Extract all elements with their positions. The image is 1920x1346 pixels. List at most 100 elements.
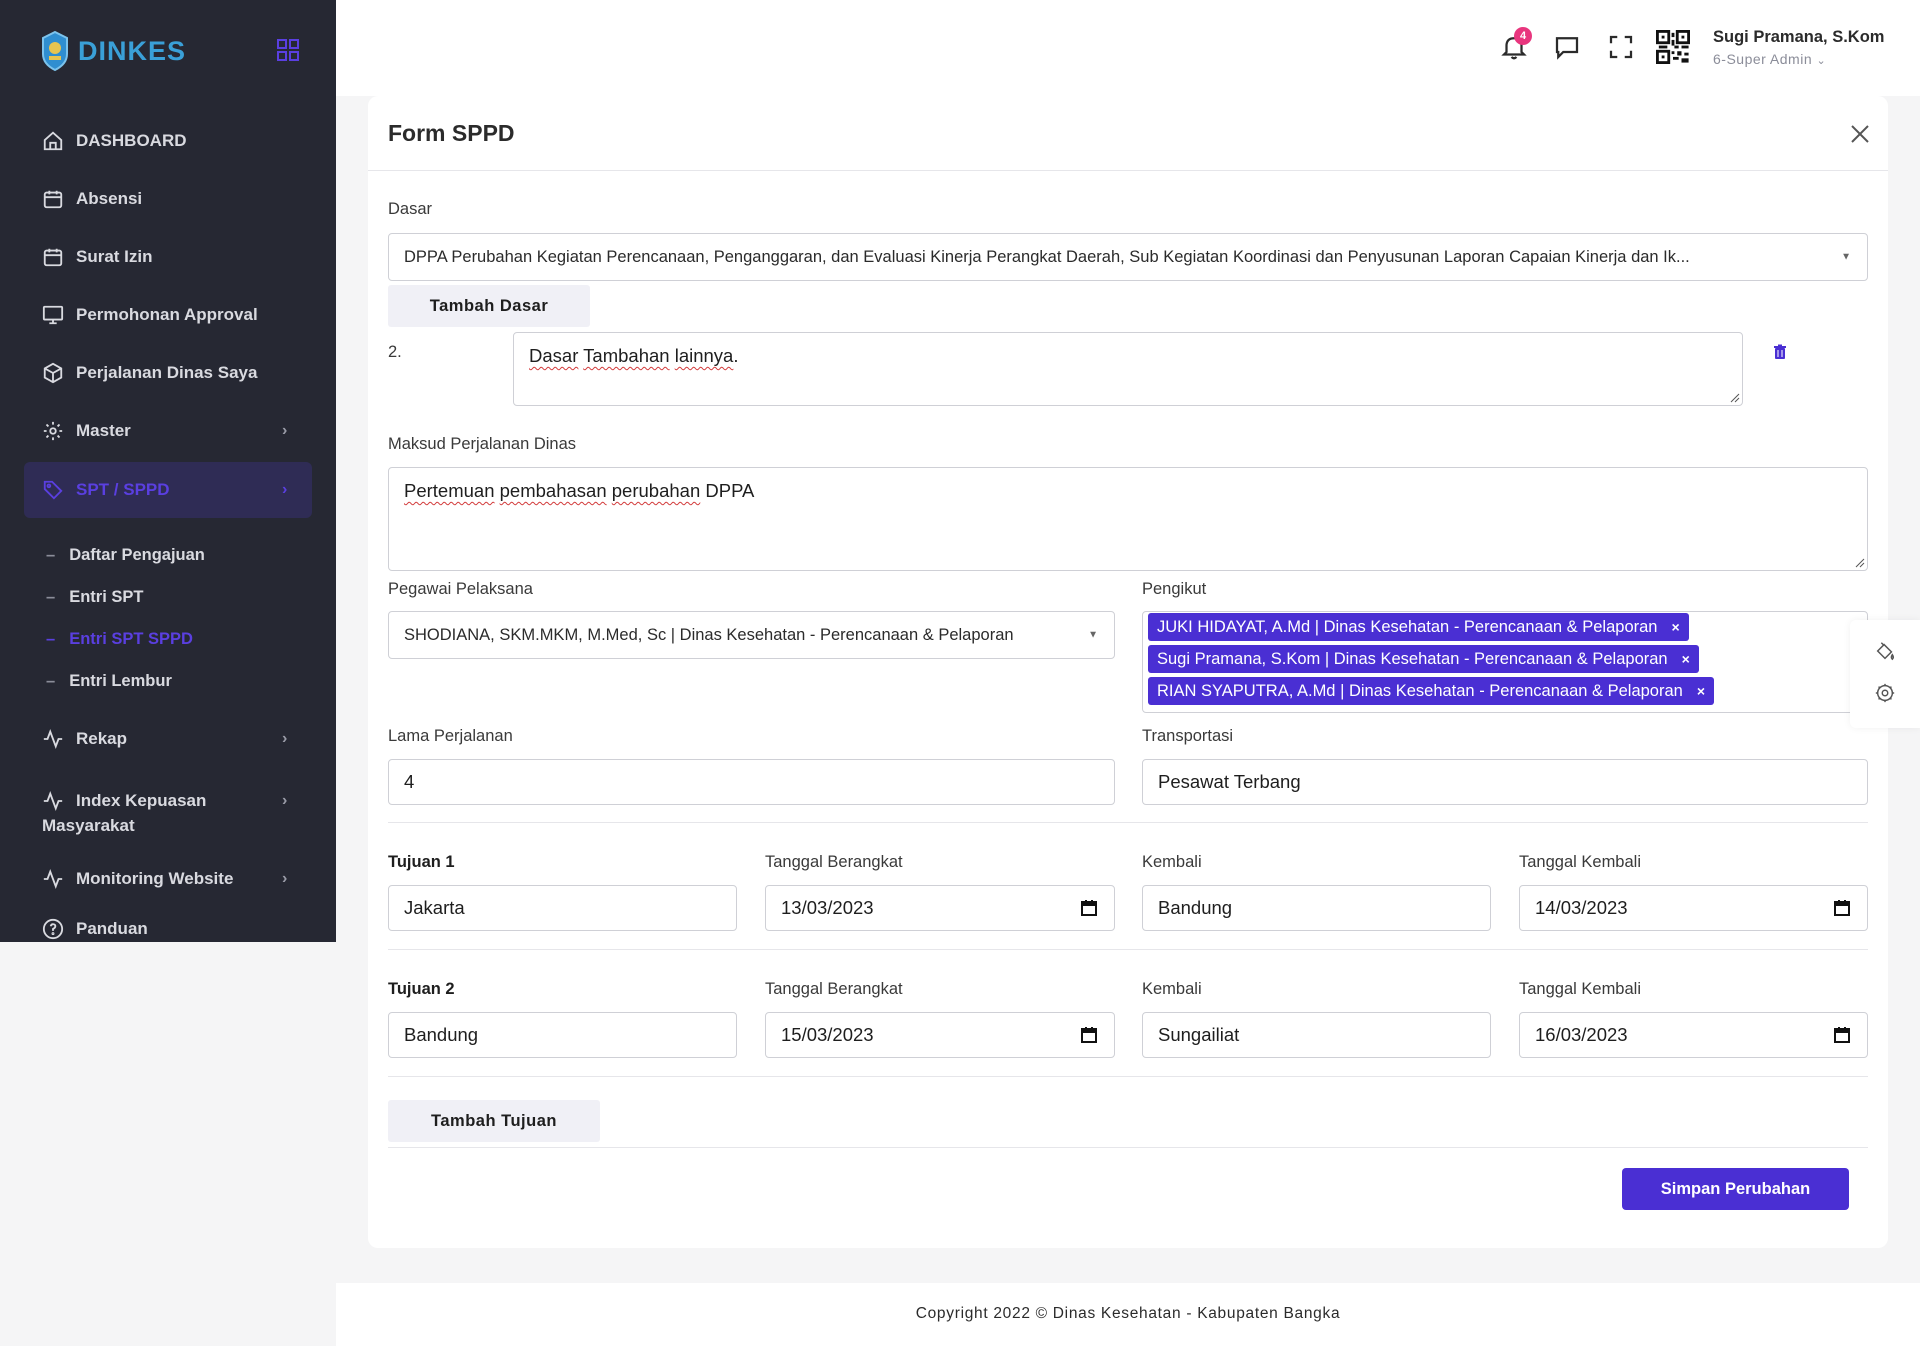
brand[interactable]: DINKES	[40, 30, 186, 72]
notification-badge: 4	[1514, 27, 1532, 45]
resize-handle-icon[interactable]	[1855, 558, 1865, 568]
sidebar-item-index-kepuasan[interactable]: Index Kepuasan Masyarakat ›	[0, 768, 336, 850]
sidebar-item-panduan[interactable]: Panduan	[0, 908, 336, 950]
tanggal-kembali-1-value: 14/03/2023	[1535, 897, 1628, 918]
calendar-icon	[43, 190, 63, 209]
sidebar-item-absensi[interactable]: Absensi	[0, 170, 336, 228]
tanggal-berangkat-label: Tanggal Berangkat	[765, 853, 903, 871]
pengikut-tag-label: JUKI HIDAYAT, A.Md | Dinas Kesehatan - P…	[1157, 617, 1658, 636]
caret-down-icon: ▼	[1841, 251, 1851, 263]
sidebar-item-label: Monitoring Website	[76, 869, 234, 888]
tanggal-berangkat-1-input[interactable]: 13/03/2023	[765, 885, 1115, 931]
sidebar-item-label: Absensi	[76, 189, 143, 208]
pegawai-label: Pegawai Pelaksana	[388, 580, 533, 598]
sidebar-subitem-daftar-pengajuan[interactable]: – Daftar Pengajuan	[0, 534, 336, 576]
pengikut-tag: RIAN SYAPUTRA, A.Md | Dinas Kesehatan - …	[1148, 677, 1715, 705]
transportasi-input[interactable]: Pesawat Terbang	[1142, 759, 1868, 805]
pegawai-selected-value: SHODIANA, SKM.MKM, M.Med, Sc | Dinas Kes…	[404, 625, 1014, 644]
side-tools-panel	[1850, 620, 1920, 728]
maksud-textarea[interactable]: Pertemuan pembahasan perubahan DPPA	[388, 467, 1868, 571]
home-icon	[43, 131, 63, 151]
tujuan-1-input[interactable]: Jakarta	[388, 885, 737, 931]
tanggal-kembali-2-input[interactable]: 16/03/2023	[1519, 1012, 1868, 1058]
tanggal-berangkat-2-input[interactable]: 15/03/2023	[765, 1012, 1115, 1058]
sidebar-subitem-entri-spt-sppd[interactable]: – Entri SPT SPPD	[0, 618, 336, 660]
sidebar-item-spt-sppd[interactable]: SPT / SPPD ›	[24, 462, 312, 518]
dasar-extra-textarea[interactable]: Dasar Tambahan lainnya.	[513, 332, 1743, 406]
dasar-select[interactable]: DPPA Perubahan Kegiatan Perencanaan, Pen…	[388, 233, 1868, 281]
chevron-right-icon: ›	[282, 792, 288, 809]
gear-icon[interactable]	[1874, 682, 1896, 704]
maksud-word: pembahasan	[499, 480, 607, 501]
maksud-word: Pertemuan	[404, 480, 495, 501]
pengikut-tag: JUKI HIDAYAT, A.Md | Dinas Kesehatan - P…	[1148, 613, 1689, 641]
chevron-right-icon: ›	[282, 481, 288, 498]
tujuan-2-input[interactable]: Bandung	[388, 1012, 737, 1058]
fullscreen-icon[interactable]	[1606, 32, 1636, 62]
footer-copyright: Copyright 2022 © Dinas Kesehatan - Kabup…	[915, 1305, 1341, 1322]
kembali-1-input[interactable]: Bandung	[1142, 885, 1491, 931]
tujuan-2-label: Tujuan 2	[388, 980, 455, 998]
chevron-right-icon: ›	[282, 870, 288, 887]
sidebar-item-permohonan-approval[interactable]: Permohonan Approval	[0, 286, 336, 344]
lama-input[interactable]: 4	[388, 759, 1115, 805]
sidebar-item-label: Panduan	[76, 919, 148, 938]
sidebar-subitem-entri-spt[interactable]: – Entri SPT	[0, 576, 336, 618]
kembali-2-input[interactable]: Sungailiat	[1142, 1012, 1491, 1058]
sidebar-nav: DASHBOARD Absensi Surat Izin Permohonan …	[0, 112, 336, 950]
sidebar-item-rekap[interactable]: Rekap ›	[0, 710, 336, 768]
transportasi-label: Transportasi	[1142, 727, 1234, 745]
trash-icon[interactable]	[1772, 344, 1788, 360]
calendar-icon[interactable]	[1833, 1026, 1851, 1044]
sidebar-item-label: Surat Izin	[76, 247, 153, 266]
tambah-tujuan-button[interactable]: Tambah Tujuan	[388, 1100, 600, 1142]
dash-icon: –	[46, 629, 56, 648]
chevron-right-icon: ›	[282, 730, 288, 747]
dash-icon: –	[46, 587, 56, 606]
pegawai-select[interactable]: SHODIANA, SKM.MKM, M.Med, Sc | Dinas Kes…	[388, 611, 1115, 659]
remove-tag-icon[interactable]: ×	[1697, 683, 1705, 699]
box-icon	[43, 362, 63, 384]
user-role[interactable]: 6-Super Admin ⌄	[1713, 51, 1826, 67]
qr-code-icon[interactable]	[1656, 30, 1690, 64]
maksud-label: Maksud Perjalanan Dinas	[388, 435, 577, 453]
calendar-icon[interactable]	[1833, 899, 1851, 917]
resize-handle-icon[interactable]	[1730, 393, 1740, 403]
sidebar-subitem-label: Entri SPT SPPD	[69, 629, 193, 648]
brand-name: DINKES	[78, 35, 187, 66]
message-icon[interactable]	[1552, 32, 1582, 62]
tanggal-kembali-1-input[interactable]: 14/03/2023	[1519, 885, 1868, 931]
kembali-label: Kembali	[1142, 853, 1202, 871]
pengikut-tag: Sugi Pramana, S.Kom | Dinas Kesehatan - …	[1148, 645, 1699, 673]
divider	[388, 822, 1868, 823]
sidebar-subitem-entri-lembur[interactable]: – Entri Lembur	[0, 660, 336, 702]
divider	[388, 1147, 1868, 1148]
sidebar-item-monitoring-website[interactable]: Monitoring Website ›	[0, 850, 336, 908]
sidebar-item-surat-izin[interactable]: Surat Izin	[0, 228, 336, 286]
kembali-label: Kembali	[1142, 980, 1202, 998]
tujuan-1-label: Tujuan 1	[388, 853, 455, 871]
dash-icon: –	[46, 545, 56, 564]
dasar-extra-tail: .	[733, 345, 739, 366]
calendar-icon[interactable]	[1080, 1026, 1098, 1044]
sidebar-item-master[interactable]: Master ›	[0, 402, 336, 460]
sidebar-item-dashboard[interactable]: DASHBOARD	[0, 112, 336, 170]
calendar-icon[interactable]	[1080, 899, 1098, 917]
tambah-dasar-button[interactable]: Tambah Dasar	[388, 285, 590, 327]
remove-tag-icon[interactable]: ×	[1682, 651, 1690, 667]
sidebar-subitem-label: Daftar Pengajuan	[69, 545, 205, 564]
close-icon[interactable]	[1848, 122, 1872, 146]
chevron-right-icon: ›	[282, 422, 288, 439]
caret-down-icon: ▼	[1088, 629, 1098, 641]
sidebar-item-label: Rekap	[76, 729, 128, 748]
simpan-perubahan-button[interactable]: Simpan Perubahan	[1622, 1168, 1849, 1210]
pengikut-multiselect[interactable]: JUKI HIDAYAT, A.Md | Dinas Kesehatan - P…	[1142, 611, 1868, 713]
sidebar-item-label-2: Masyarakat	[42, 816, 135, 835]
paint-bucket-icon[interactable]	[1874, 640, 1896, 662]
remove-tag-icon[interactable]: ×	[1671, 619, 1679, 635]
sidebar-item-perjalanan-dinas[interactable]: Perjalanan Dinas Saya	[0, 344, 336, 402]
grid-menu-icon[interactable]	[276, 38, 300, 62]
lama-label: Lama Perjalanan	[388, 727, 513, 745]
help-circle-icon	[42, 918, 64, 940]
user-name[interactable]: Sugi Pramana, S.Kom	[1713, 28, 1884, 47]
